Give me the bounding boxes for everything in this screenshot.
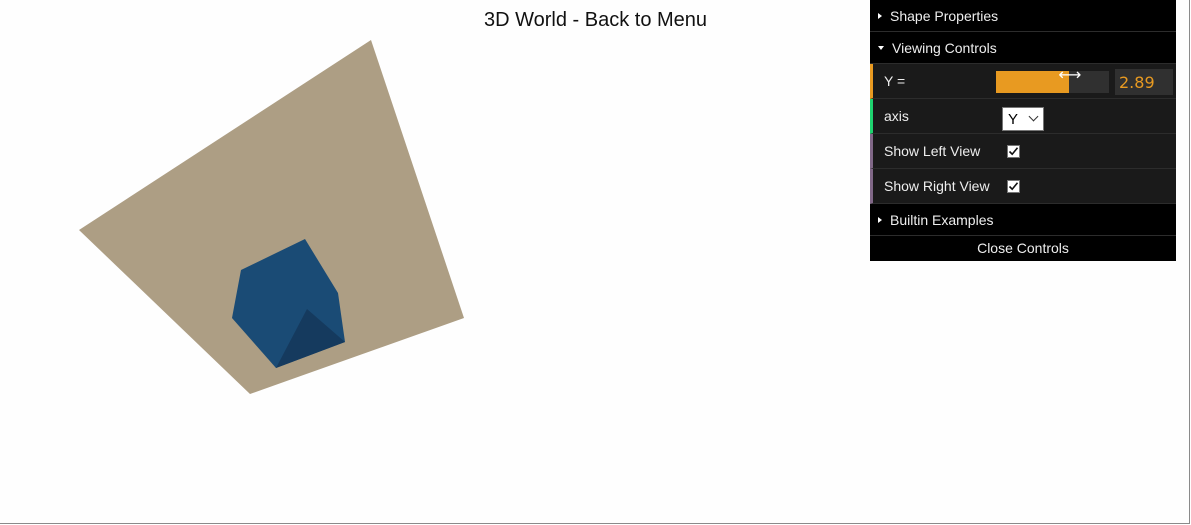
y-control-row: Y = ⟷ xyxy=(870,64,1176,99)
close-controls-button[interactable]: Close Controls xyxy=(870,236,1176,261)
show-left-view-row: Show Left View xyxy=(870,134,1176,169)
show-right-view-checkbox[interactable] xyxy=(1007,180,1020,193)
show-right-view-row: Show Right View xyxy=(870,169,1176,204)
y-slider[interactable]: ⟷ xyxy=(996,65,1109,93)
show-right-view-label: Show Right View xyxy=(884,178,990,194)
folder-shape-properties[interactable]: Shape Properties xyxy=(870,0,1176,32)
caret-right-icon xyxy=(878,216,882,223)
scene-canvas[interactable] xyxy=(0,0,600,420)
axis-select[interactable]: Y xyxy=(1002,107,1044,131)
show-left-view-checkbox[interactable] xyxy=(1007,145,1020,158)
checkmark-icon xyxy=(1008,182,1019,191)
folder-label: Viewing Controls xyxy=(892,39,997,56)
axis-control-row: axis Y xyxy=(870,99,1176,134)
chevron-down-icon xyxy=(1028,111,1039,122)
y-value-input[interactable] xyxy=(1115,69,1173,95)
controls-panel: Shape Properties Viewing Controls Y = ⟷ … xyxy=(870,0,1176,261)
folder-label: Builtin Examples xyxy=(890,211,994,228)
axis-selected-value: Y xyxy=(1008,110,1019,128)
axis-label: axis xyxy=(884,108,909,124)
folder-label: Shape Properties xyxy=(890,7,999,24)
folder-builtin-examples[interactable]: Builtin Examples xyxy=(870,204,1176,236)
y-label: Y = xyxy=(884,73,906,89)
folder-viewing-controls[interactable]: Viewing Controls xyxy=(870,32,1176,64)
back-to-menu-link[interactable]: 3D World - Back to Menu xyxy=(484,9,707,32)
resize-cursor-icon: ⟷ xyxy=(1058,65,1082,84)
caret-down-icon xyxy=(878,45,884,50)
caret-right-icon xyxy=(878,12,882,19)
checkmark-icon xyxy=(1008,147,1019,156)
show-left-view-label: Show Left View xyxy=(884,143,981,159)
